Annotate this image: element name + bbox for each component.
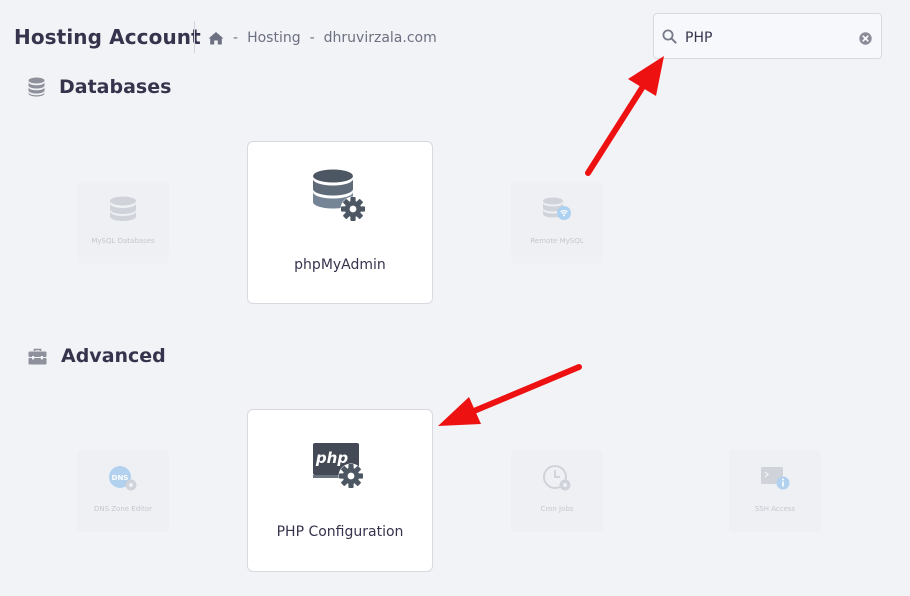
annotation-arrows	[438, 56, 664, 426]
annotation-arrow	[585, 56, 664, 176]
annotation-arrow	[438, 364, 582, 426]
